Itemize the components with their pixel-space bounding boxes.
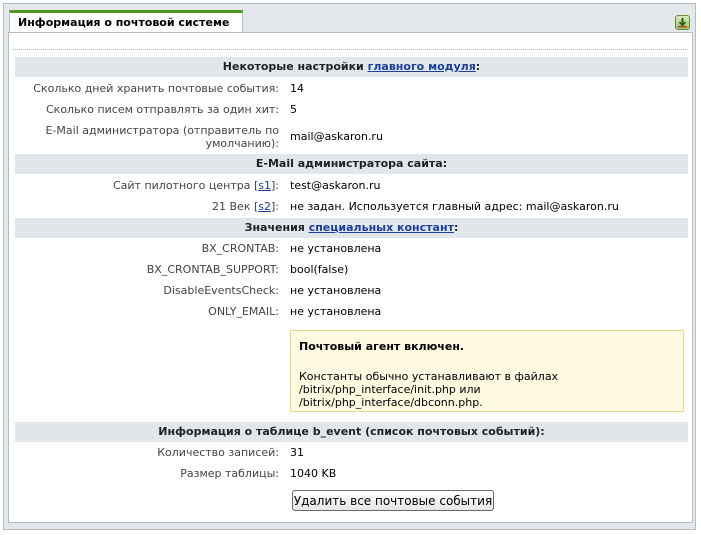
site-label-s1: Сайт пилотного центра [s1]:	[112, 179, 279, 192]
table-label-table-size: Размер таблицы:	[180, 467, 279, 480]
constant-value-bx-crontab: не установлена	[290, 242, 382, 255]
constant-label-disable-events-check: DisableEventsCheck:	[163, 284, 279, 297]
setting-label-admin-email: E-Mail администратора (отправитель по умо…	[45, 124, 279, 150]
section-header-main-settings: Некоторые настройки главного модуля:	[15, 57, 688, 77]
constant-label-bx-crontab-support: BX_CRONTAB_SUPPORT:	[146, 263, 279, 276]
constant-value-only-email: не установлена	[290, 305, 382, 318]
notice-text: Константы обычно устанавливают в файлах …	[299, 370, 559, 409]
site-value-s1: test@askaron.ru	[290, 179, 381, 192]
content-panel: Некоторые настройки главного модуля: Ско…	[8, 32, 693, 523]
export-icon[interactable]	[675, 15, 690, 30]
section-header-constants: Значения специальных констант:	[15, 218, 688, 238]
setting-label-days-keep: Сколько дней хранить почтовые события:	[33, 82, 279, 95]
setting-value-days-keep: 14	[290, 82, 304, 95]
section-header-table-info: Информация о таблице b_event (список поч…	[15, 422, 688, 442]
table-label-record-count: Количество записей:	[157, 446, 279, 459]
site-link-s2[interactable]: s2	[258, 200, 271, 213]
section-header-admin-email: E-Mail администратора сайта:	[15, 154, 688, 174]
delete-all-events-button[interactable]: Удалить все почтовые события	[292, 490, 494, 511]
setting-value-admin-email: mail@askaron.ru	[290, 130, 383, 143]
table-value-record-count: 31	[290, 446, 304, 459]
constant-value-bx-crontab-support: bool(false)	[290, 263, 349, 276]
mail-agent-notice: Почтовый агент включен. Константы обычно…	[290, 330, 684, 412]
setting-value-per-hit: 5	[290, 103, 297, 116]
special-constants-link[interactable]: специальных констант	[309, 221, 454, 234]
site-label-s2: 21 Век [s2]:	[212, 200, 279, 213]
constant-value-disable-events-check: не установлена	[290, 284, 382, 297]
site-value-s2: не задан. Используется главный адрес: ma…	[290, 200, 619, 213]
constant-label-only-email: ONLY_EMAIL:	[208, 305, 279, 318]
setting-label-per-hit: Сколько писем отправлять за один хит:	[46, 103, 279, 116]
constant-label-bx-crontab: BX_CRONTAB:	[201, 242, 279, 255]
dotted-divider	[13, 49, 688, 50]
site-link-s1[interactable]: s1	[258, 179, 271, 192]
notice-title: Почтовый агент включен.	[299, 340, 465, 353]
tab-mail-system-info[interactable]: Информация о почтовой системе	[9, 10, 243, 33]
table-value-table-size: 1040 KB	[290, 467, 337, 480]
main-module-link[interactable]: главного модуля	[368, 60, 476, 73]
